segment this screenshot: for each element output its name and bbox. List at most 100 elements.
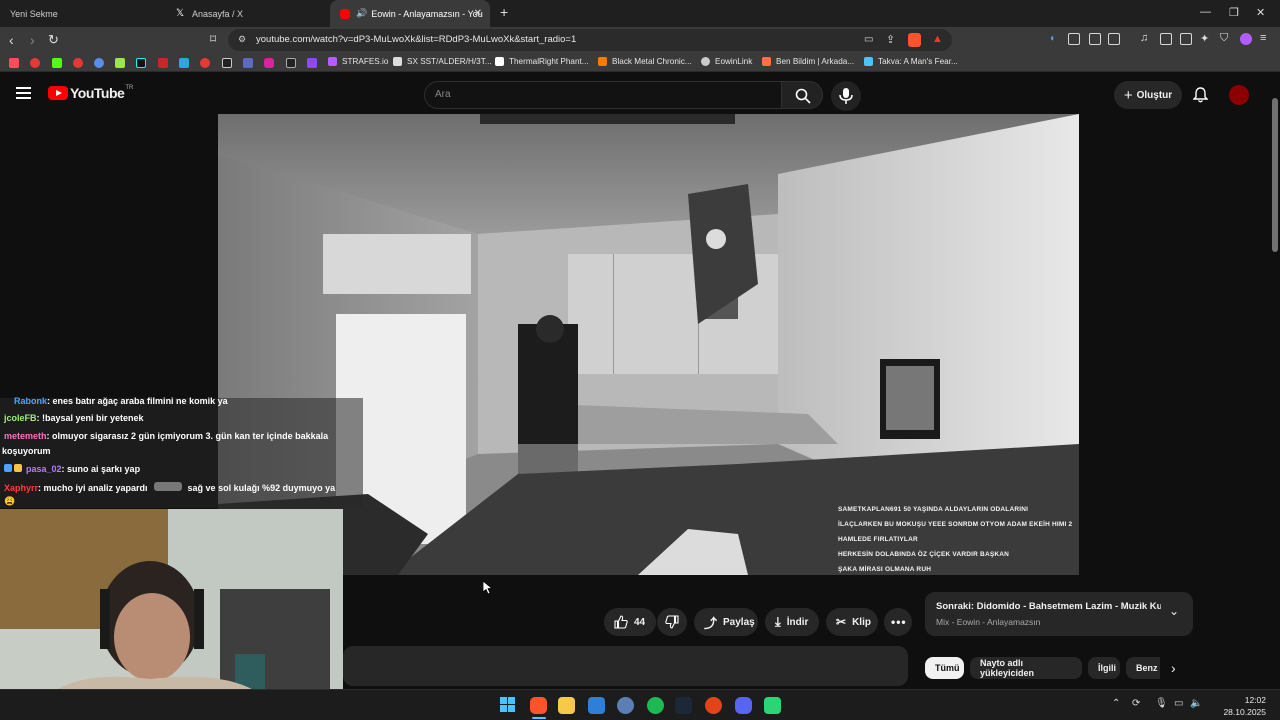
hamburger-menu-icon[interactable] (16, 87, 31, 99)
new-tab-button[interactable]: + (500, 4, 508, 20)
close-window-button[interactable]: ✕ (1256, 6, 1265, 19)
chevron-right-icon[interactable]: › (1171, 660, 1176, 676)
page-scrollbar[interactable] (1271, 78, 1279, 689)
windows-start-icon[interactable] (500, 697, 517, 714)
url-text: youtube.com/watch?v=dP3-MuLwoXk&list=RDd… (256, 34, 577, 45)
bookmark-thermalright[interactable]: ThermalRight Phant... (495, 57, 589, 66)
chip-from-uploader[interactable]: Nayto adlı yükleyiciden (970, 657, 1082, 679)
sidebar-icon[interactable] (1160, 33, 1172, 45)
youtube-logo[interactable]: YouTube TR (48, 85, 133, 101)
tray-sync-icon[interactable]: ⟳ (1132, 698, 1140, 709)
tab-youtube-active[interactable]: 🔊 Eowin - Anlayamazsın - YouTube ✕ (330, 0, 490, 27)
description-box[interactable] (343, 646, 908, 686)
bookmark-icon[interactable]: ⌑ (210, 32, 216, 46)
settings-app-icon[interactable] (617, 697, 634, 714)
bookmark-favicon-icon[interactable] (286, 58, 296, 68)
reading-list-icon[interactable] (1108, 33, 1120, 45)
file-explorer-icon[interactable] (558, 697, 575, 714)
bookmark-kick-icon[interactable] (52, 58, 62, 68)
extension-icon[interactable] (1068, 33, 1080, 45)
menu-icon[interactable]: ≡ (1260, 32, 1272, 44)
bookmark-ben-bildim[interactable]: Ben Bildim | Arkada... (762, 57, 854, 66)
bookmark-youtube-icon[interactable] (200, 58, 210, 68)
audio-wave-icon[interactable]: ◖ (1049, 33, 1061, 45)
chip-similar[interactable]: Benz (1126, 657, 1160, 679)
tray-chevron-up-icon[interactable]: ⌃ (1112, 698, 1120, 709)
bookmark-tiktok-icon[interactable] (136, 58, 146, 68)
chat-badge-icon (14, 464, 22, 472)
site-info-icon[interactable]: ⚙ (238, 34, 246, 45)
bookmark-favicon-icon[interactable] (9, 58, 19, 68)
search-input[interactable]: Ara (424, 81, 782, 109)
forward-button[interactable]: › (30, 32, 35, 48)
bookmark-twitch-icon[interactable] (307, 58, 317, 68)
share-page-icon[interactable]: ⇪ (886, 33, 895, 46)
brave-rewards-icon[interactable]: ▲ (932, 33, 943, 45)
share-button[interactable]: ⤴ Paylaş (694, 608, 758, 636)
chat-text: koşuyorum (2, 446, 51, 456)
bookmark-x-icon[interactable] (222, 58, 232, 68)
chip-label: Nayto adlı yükleyiciden (980, 658, 1035, 678)
tray-volume-icon[interactable]: 🔈 (1190, 698, 1202, 709)
leo-ai-icon[interactable]: ✦ (1200, 32, 1212, 45)
dislike-button[interactable] (657, 608, 687, 636)
spotify-icon[interactable] (647, 697, 664, 714)
search-button[interactable] (781, 81, 823, 109)
taskbar-clock[interactable]: 12:02 28.10.2025 (1223, 694, 1266, 718)
bookmark-label: Ben Bildim | Arkada... (776, 57, 855, 66)
bookmark-youtube-icon[interactable] (30, 58, 40, 68)
tab-x-home[interactable]: 𝕏 Anasayfa / X (166, 0, 330, 27)
bookmark-favicon-icon[interactable] (243, 58, 253, 68)
scrollbar-thumb[interactable] (1272, 98, 1278, 252)
minimize-button[interactable]: — (1200, 6, 1211, 18)
chip-all[interactable]: Tümü (925, 657, 964, 679)
tab-new-tab[interactable]: Yeni Sekme (0, 0, 166, 27)
windows-taskbar: ⌃ ⟳ 🎙 ▭ 🔈 12:02 28.10.2025 (0, 689, 1280, 720)
tray-microphone-icon[interactable]: 🎙 (1155, 698, 1168, 709)
steam-icon[interactable] (675, 697, 692, 714)
vpn-shield-icon[interactable]: ⛉ (1220, 32, 1232, 44)
more-actions-button[interactable]: ••• (884, 608, 912, 636)
discord-icon[interactable] (735, 697, 752, 714)
profile-avatar-icon[interactable] (1240, 33, 1252, 45)
notifications-bell-icon[interactable] (1193, 87, 1208, 103)
bookmark-strafes[interactable]: STRAFES.io (328, 57, 388, 66)
bookmark-takva[interactable]: Takva: A Man's Fear... (864, 57, 958, 66)
reload-button[interactable]: ↻ (48, 32, 59, 48)
chip-related[interactable]: İlgili (1088, 657, 1120, 679)
back-button[interactable]: ‹ (9, 32, 14, 48)
chevron-down-icon[interactable]: ⌄ (1169, 604, 1179, 618)
emote-icon (153, 482, 182, 491)
create-label: Oluştur (1136, 89, 1173, 101)
wallet-icon[interactable] (1180, 33, 1192, 45)
plus-icon: + (1123, 86, 1133, 104)
app-icon[interactable] (764, 697, 781, 714)
tray-network-icon[interactable]: ▭ (1174, 698, 1183, 709)
up-next-card[interactable]: Sonraki: Didomido - Bahsetmem Lazim - Mu… (925, 592, 1193, 636)
photos-icon[interactable] (588, 697, 605, 714)
cast-icon[interactable]: ▭ (864, 34, 873, 45)
bookmark-instagram-icon[interactable] (264, 58, 274, 68)
clip-button[interactable]: ✂ Klip (826, 608, 878, 636)
bookmark-favicon-icon[interactable] (115, 58, 125, 68)
bookmark-black-metal[interactable]: Black Metal Chronic... (598, 57, 692, 66)
bookmark-eowinlink[interactable]: EowinLink (701, 57, 752, 66)
brave-shields-icon[interactable] (908, 33, 921, 47)
account-avatar[interactable] (1229, 85, 1249, 105)
music-icon[interactable]: ♫ (1140, 32, 1152, 44)
tab-close-icon[interactable]: ✕ (474, 8, 482, 19)
voice-search-button[interactable] (831, 81, 861, 111)
bookmark-favicon-icon[interactable] (179, 58, 189, 68)
bookmark-youtube-icon[interactable] (73, 58, 83, 68)
brave-browser-icon[interactable] (530, 697, 547, 714)
create-button[interactable]: + Oluştur (1114, 81, 1182, 109)
bookmark-favicon-icon[interactable] (158, 58, 168, 68)
address-bar[interactable]: ⚙ youtube.com/watch?v=dP3-MuLwoXk&list=R… (228, 29, 952, 51)
like-button[interactable]: 44 (604, 608, 656, 636)
bookmark-sx-sst[interactable]: SX SST/ALDER/H/3T... (393, 57, 492, 66)
download-button[interactable]: ⤓ İndir (765, 608, 819, 636)
app-icon[interactable] (705, 697, 722, 714)
puzzle-extensions-icon[interactable] (1089, 33, 1101, 45)
restore-button[interactable]: ❐ (1229, 6, 1239, 19)
bookmark-favicon-icon[interactable] (94, 58, 104, 68)
